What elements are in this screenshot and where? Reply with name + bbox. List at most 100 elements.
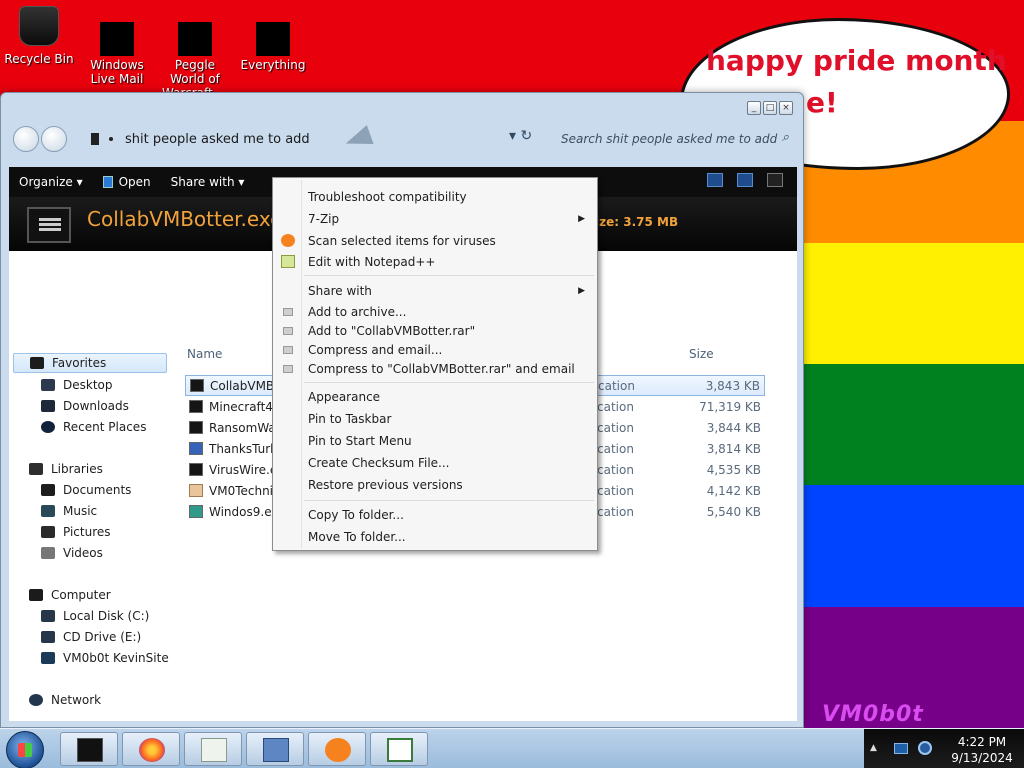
help-icon[interactable] [767, 173, 783, 187]
nav-network[interactable]: Network [29, 690, 101, 710]
nav-cd-drive[interactable]: CD Drive (E:) [41, 627, 141, 647]
desktop-icon-peggle[interactable]: Peggle World of Warcraft ... [156, 6, 234, 100]
keyboard-icon [263, 738, 289, 762]
nav-vm-site[interactable]: VM0b0t KevinSite [41, 648, 169, 668]
taskbar-button-explorer[interactable] [60, 732, 118, 766]
clock-time[interactable]: 4:22 PM [948, 735, 1016, 749]
nav-music[interactable]: Music [41, 501, 97, 521]
nav-label: Videos [63, 546, 103, 560]
nav-recent-places[interactable]: Recent Places [41, 417, 146, 437]
menu-label: Add to archive... [308, 304, 407, 319]
file-size: 5,540 KB [706, 504, 761, 519]
technician-icon [189, 484, 203, 497]
taskbar-button-firefox[interactable] [122, 732, 180, 766]
menu-add-rar[interactable]: Add to "CollabVMBotter.rar" [275, 320, 595, 341]
maximize-button[interactable]: □ [763, 101, 777, 115]
menu-troubleshoot[interactable]: Troubleshoot compatibility [275, 186, 595, 207]
nav-desktop[interactable]: Desktop [41, 375, 113, 395]
address-bar[interactable]: shit people asked me to add [81, 126, 551, 152]
notepad-plus-plus-icon [281, 255, 295, 268]
nav-videos[interactable]: Videos [41, 543, 103, 563]
music-icon [41, 505, 55, 517]
menu-7zip[interactable]: 7-Zip ▶ [275, 208, 595, 229]
nav-documents[interactable]: Documents [41, 480, 131, 500]
bubble-text-line2: e! [806, 86, 838, 119]
search-box[interactable]: Search shit people asked me to add ⌕ [555, 126, 795, 152]
desktop-icon-recycle-bin[interactable]: Recycle Bin [0, 6, 78, 66]
taskbar: ▲ 4:22 PM 9/13/2024 [0, 728, 1024, 768]
submenu-arrow-icon: ▶ [578, 285, 585, 296]
forward-button[interactable] [41, 126, 67, 152]
share-with-label: Share with ▾ [170, 175, 245, 189]
desktop-icon [41, 379, 55, 391]
taskbar-button-notepad[interactable] [184, 732, 242, 766]
nav-label: Favorites [52, 356, 107, 370]
nav-label: Downloads [63, 399, 129, 413]
menu-pin-taskbar[interactable]: Pin to Taskbar [275, 408, 595, 429]
tray-volume-icon[interactable] [918, 741, 932, 755]
menu-move-to[interactable]: Move To folder... [275, 526, 595, 547]
column-header-name[interactable]: Name [187, 347, 222, 361]
installer-icon [189, 505, 203, 518]
open-icon [102, 176, 113, 188]
menu-checksum[interactable]: Create Checksum File... [275, 452, 595, 473]
nav-downloads[interactable]: Downloads [41, 396, 129, 416]
menu-edit-notepad[interactable]: Edit with Notepad++ [275, 251, 595, 272]
preview-pane-icon[interactable] [737, 173, 753, 187]
nav-libraries[interactable]: Libraries [29, 459, 103, 479]
file-size: 3,843 KB [705, 378, 760, 393]
submenu-arrow-icon: ▶ [578, 213, 585, 224]
caption-buttons: _ □ × [747, 101, 793, 115]
menu-compress-email[interactable]: Compress and email... [275, 339, 595, 360]
taskbar-button-app[interactable] [370, 732, 428, 766]
menu-add-archive[interactable]: Add to archive... [275, 301, 595, 322]
turkey-icon [189, 442, 203, 455]
file-type: cation [597, 504, 634, 519]
menu-appearance[interactable]: Appearance [275, 386, 595, 407]
open-button[interactable]: Open [93, 175, 161, 189]
videos-icon [41, 547, 55, 559]
recycle-bin-icon [19, 6, 59, 46]
file-type: cation [597, 462, 634, 477]
nav-favorites[interactable]: Favorites [13, 353, 167, 373]
pictures-icon [41, 526, 55, 538]
refresh-icon[interactable]: ▾ ↻ [509, 128, 532, 144]
view-icon[interactable] [707, 173, 723, 187]
exe-icon [189, 463, 203, 476]
menu-share-with[interactable]: Share with ▶ [275, 280, 595, 301]
exe-icon [190, 379, 204, 392]
share-with-button[interactable]: Share with ▾ [161, 175, 255, 189]
desktop-icon-everything[interactable]: Everything [234, 6, 312, 72]
bubble-text: happy pride month [706, 44, 1007, 77]
taskbar-button-avast[interactable] [308, 732, 366, 766]
organize-button[interactable]: Organize ▾ [9, 175, 93, 189]
menu-pin-start[interactable]: Pin to Start Menu [275, 430, 595, 451]
menu-scan-viruses[interactable]: Scan selected items for viruses [275, 230, 595, 251]
search-icon[interactable]: ⌕ [782, 130, 789, 145]
peggle-icon [178, 22, 212, 56]
menu-restore-versions[interactable]: Restore previous versions [275, 474, 595, 495]
avast-icon [325, 738, 351, 762]
close-button[interactable]: × [779, 101, 793, 115]
taskbar-button-keyboard[interactable] [246, 732, 304, 766]
menu-label: Copy To folder... [308, 507, 404, 522]
nav-pictures[interactable]: Pictures [41, 522, 111, 542]
desktop-icon-windows-live-mail[interactable]: Windows Live Mail [78, 6, 156, 86]
clock-date[interactable]: 9/13/2024 [948, 751, 1016, 765]
column-header-size[interactable]: Size [689, 347, 714, 361]
menu-label: Restore previous versions [308, 477, 463, 492]
file-size: 4,142 KB [706, 483, 761, 498]
tray-network-icon[interactable] [894, 743, 908, 754]
start-button[interactable] [6, 731, 44, 768]
file-name: CollabVMBo [210, 378, 282, 393]
nav-computer[interactable]: Computer [29, 585, 111, 605]
address-row: shit people asked me to add ▾ ↻ Search s… [9, 123, 797, 155]
file-size: 3,814 KB [706, 441, 761, 456]
show-hidden-icons-icon[interactable]: ▲ [870, 743, 877, 753]
file-name: RansomWar [209, 420, 281, 435]
back-button[interactable] [13, 126, 39, 152]
menu-compress-rar-email[interactable]: Compress to "CollabVMBotter.rar" and ema… [275, 358, 595, 379]
menu-copy-to[interactable]: Copy To folder... [275, 504, 595, 525]
minimize-button[interactable]: _ [747, 101, 761, 115]
nav-local-disk[interactable]: Local Disk (C:) [41, 606, 149, 626]
